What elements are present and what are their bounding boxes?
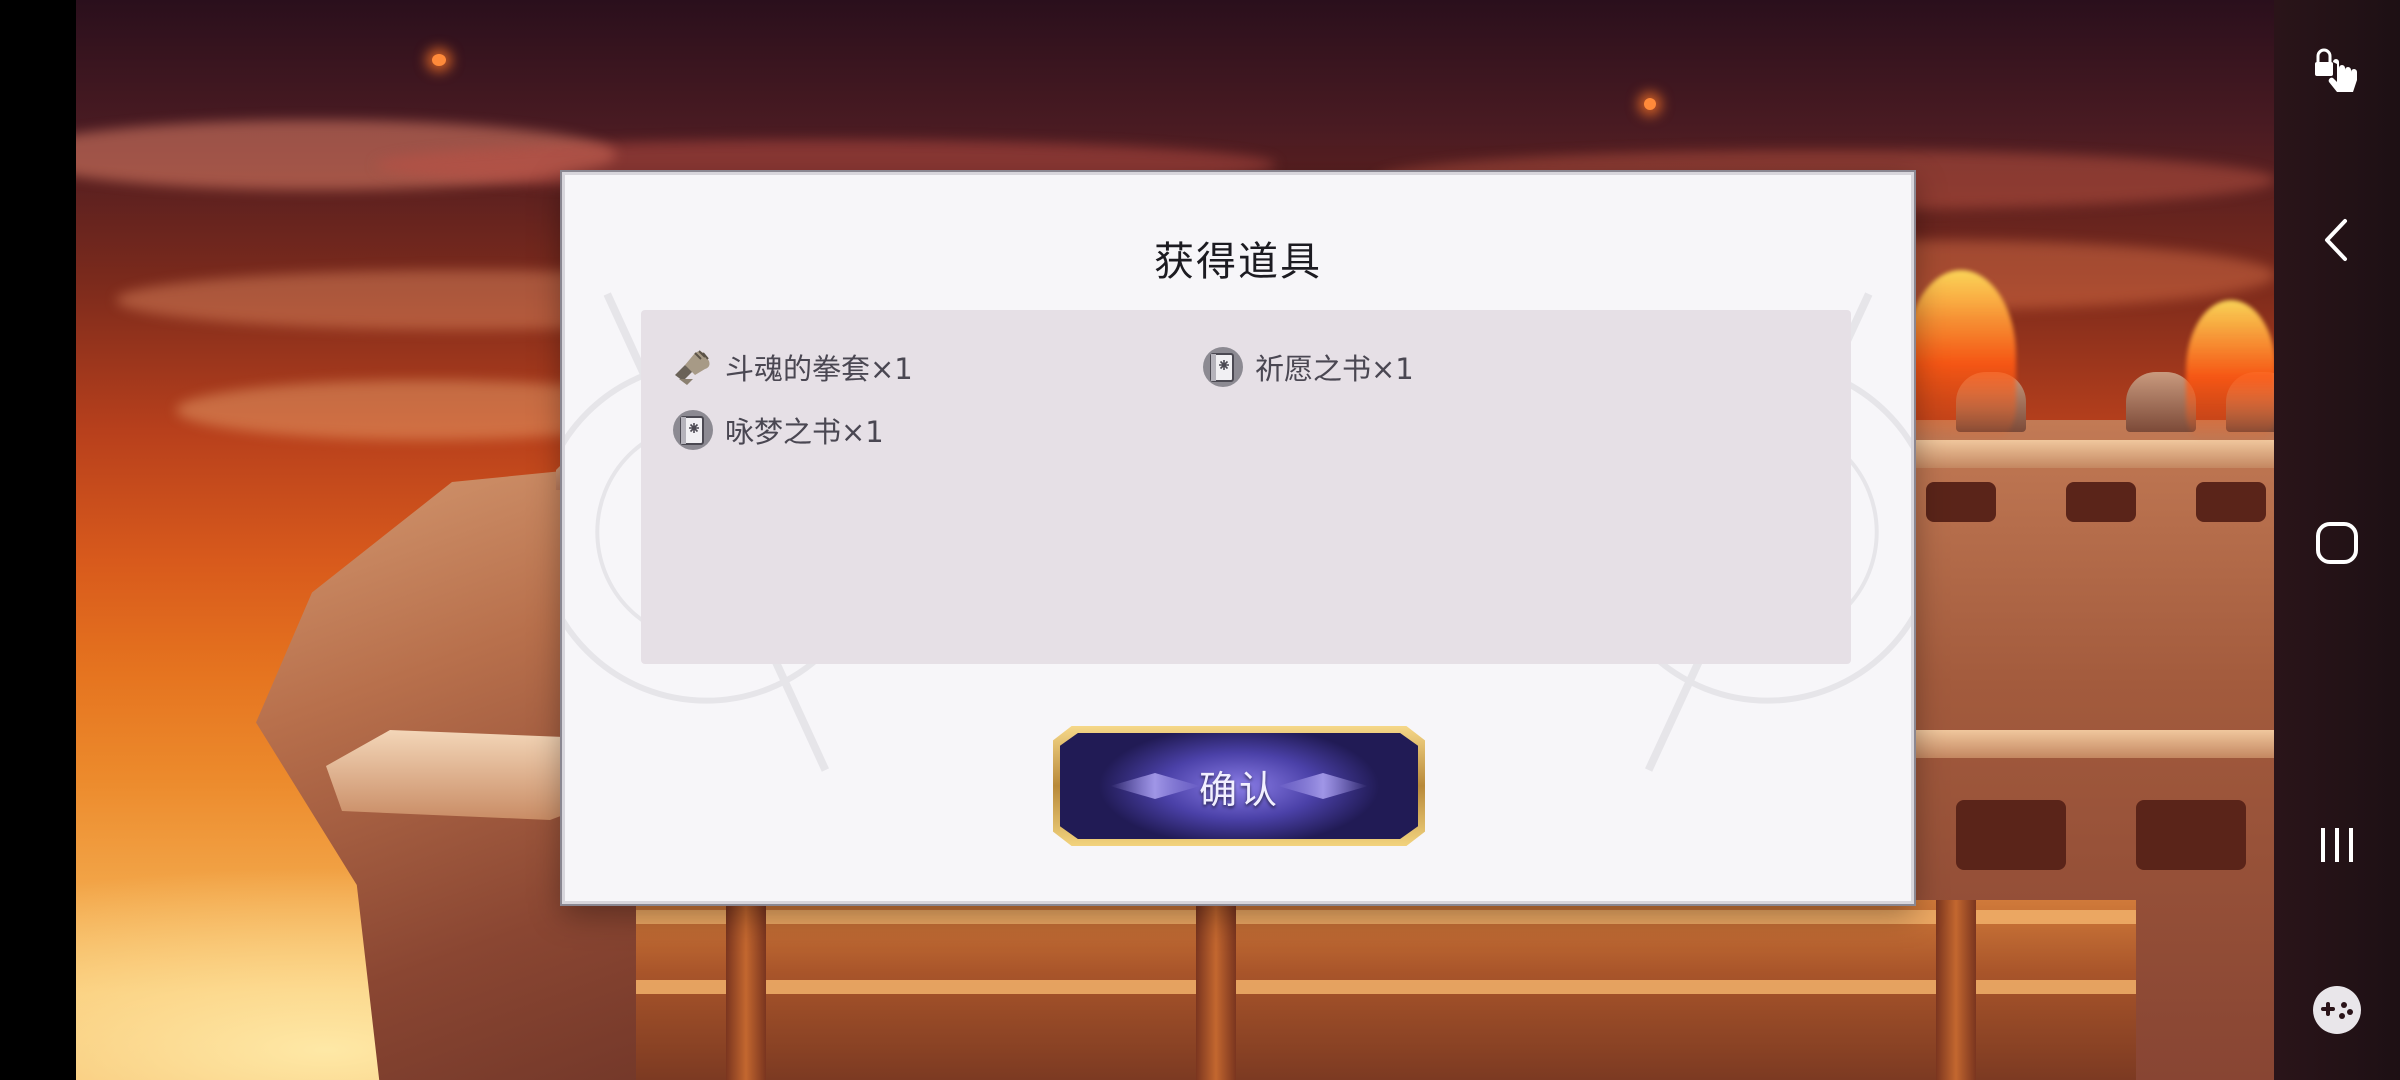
bridge [636, 900, 2136, 1080]
reward-item-label: 咏梦之书×1 [725, 415, 884, 449]
back-icon[interactable] [2297, 200, 2377, 280]
book-icon [1201, 345, 1245, 389]
touch-lock-icon[interactable] [2297, 30, 2377, 110]
home-icon[interactable] [2297, 503, 2377, 583]
items-panel: 斗魂的拳套×1 祈愿之书×1 咏梦之书×1 [641, 310, 1851, 664]
left-letterbox [0, 0, 76, 1080]
reward-item: 斗魂的拳套×1 [671, 343, 913, 391]
confirm-button[interactable]: 确认 [1053, 726, 1425, 846]
system-nav-bar [2274, 0, 2400, 1080]
game-tools-icon[interactable] [2297, 970, 2377, 1050]
item-reward-dialog: 获得道具 斗魂的拳套×1 祈愿之书×1 咏梦之书×1 确认 [562, 172, 1914, 904]
confirm-button-label: 确认 [1198, 767, 1279, 812]
book-icon [671, 408, 715, 452]
dialog-title: 获得道具 [1154, 239, 1322, 285]
gauntlet-icon [671, 345, 715, 389]
reward-item-label: 祈愿之书×1 [1255, 352, 1414, 386]
reward-item: 咏梦之书×1 [671, 406, 884, 454]
recents-icon[interactable] [2297, 805, 2377, 885]
reward-item: 祈愿之书×1 [1201, 343, 1414, 391]
reward-item-label: 斗魂的拳套×1 [725, 352, 913, 386]
